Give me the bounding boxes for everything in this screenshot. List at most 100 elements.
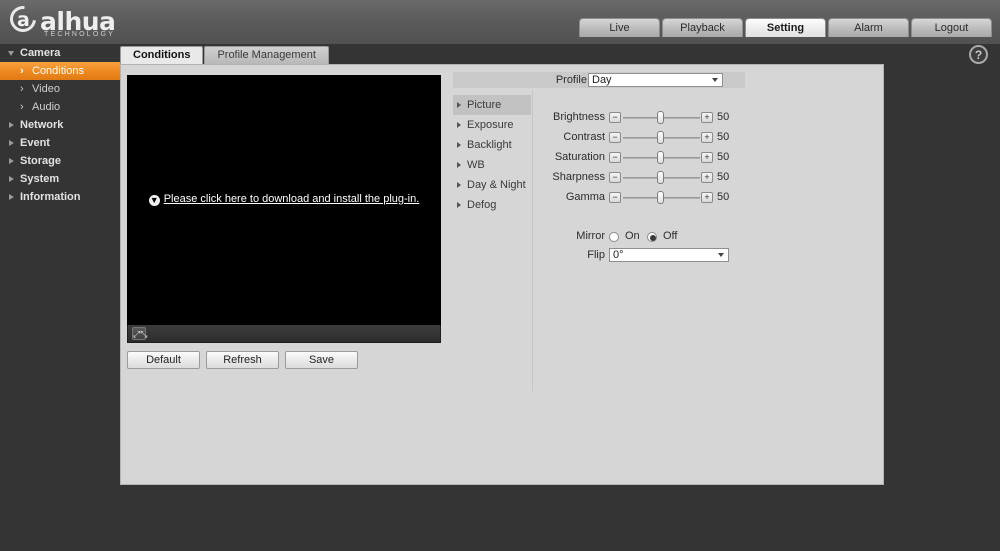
nav-button-alarm[interactable]: Alarm — [828, 18, 909, 37]
slider-label: Saturation — [554, 151, 605, 163]
gamma-handle[interactable] — [657, 191, 664, 204]
mirror-on-label: On — [625, 230, 640, 242]
contrast-increase-button[interactable]: + — [701, 132, 713, 143]
submenu-item-exposure[interactable]: Exposure — [453, 115, 531, 135]
saturation-handle[interactable] — [657, 151, 664, 164]
sidebar-item-network[interactable]: Network — [0, 116, 120, 134]
submenu-item-label: WB — [467, 159, 485, 171]
content-panel: ▼ Please click here to download and insta… — [120, 64, 884, 485]
saturation-value: 50 — [717, 151, 730, 163]
sidebar-item-label: Storage — [20, 155, 61, 167]
gamma-increase-button[interactable]: + — [701, 192, 713, 203]
sidebar-item-label: Event — [20, 137, 50, 149]
brightness-handle[interactable] — [657, 111, 664, 124]
tab-conditions[interactable]: Conditions — [120, 46, 204, 64]
sidebar: Camera › Conditions › Video › Audio Netw… — [0, 44, 120, 551]
contrast-decrease-button[interactable]: − — [609, 132, 621, 143]
submenu-item-label: Backlight — [467, 139, 512, 151]
default-button[interactable]: Default — [127, 351, 200, 369]
submenu-item-wb[interactable]: WB — [453, 155, 531, 175]
sharpness-increase-button[interactable]: + — [701, 172, 713, 183]
slider-label: Contrast — [563, 131, 605, 143]
sidebar-item-storage[interactable]: Storage — [0, 152, 120, 170]
chevron-down-icon — [8, 51, 14, 56]
download-arrow-icon: ▼ — [148, 195, 160, 206]
profile-select-value: Day — [592, 74, 612, 86]
flip-select-value: 0° — [613, 249, 624, 261]
mirror-off-label: Off — [663, 230, 678, 242]
submenu-item-day-night[interactable]: Day & Night — [453, 175, 531, 195]
fullscreen-icon[interactable]: ⤢⤡ — [132, 327, 147, 340]
sidebar-item-event[interactable]: Event — [0, 134, 120, 152]
slider-label: Brightness — [553, 111, 605, 123]
submenu-item-label: Picture — [467, 99, 502, 111]
flip-setting: Flip 0° — [545, 246, 745, 266]
sharpness-value: 50 — [717, 171, 730, 183]
submenu-item-backlight[interactable]: Backlight — [453, 135, 531, 155]
chevron-right-icon — [457, 122, 461, 128]
gamma-value: 50 — [717, 191, 730, 203]
nav-button-setting[interactable]: Setting — [745, 18, 826, 37]
dahua-logo: a alhua TECHNOLOGY — [4, 0, 238, 41]
flip-select[interactable]: 0° — [609, 248, 729, 262]
tab-profile-management[interactable]: Profile Management — [204, 46, 329, 64]
submenu-item-label: Exposure — [467, 119, 514, 131]
video-preview[interactable]: ▼ Please click here to download and insta… — [127, 75, 441, 325]
save-button[interactable]: Save — [285, 351, 358, 369]
slider-contrast: Contrast − + 50 — [545, 128, 745, 148]
plugin-download-link[interactable]: Please click here to download and instal… — [164, 193, 420, 205]
flip-label: Flip — [587, 249, 605, 261]
nav-button-live[interactable]: Live — [579, 18, 660, 37]
mirror-off-radio[interactable] — [647, 232, 657, 242]
action-button-row: Default Refresh Save — [127, 351, 364, 369]
slider-label: Gamma — [565, 191, 605, 203]
top-navigation: Live Playback Setting Alarm Logout — [577, 18, 992, 37]
chevron-right-icon: › — [20, 101, 24, 113]
brightness-increase-button[interactable]: + — [701, 112, 713, 123]
sharpness-handle[interactable] — [657, 171, 664, 184]
tab-bar: Conditions Profile Management — [120, 46, 330, 64]
chevron-right-icon — [9, 122, 14, 128]
gamma-decrease-button[interactable]: − — [609, 192, 621, 203]
submenu-item-picture[interactable]: Picture — [453, 95, 531, 115]
sidebar-item-label: System — [20, 173, 60, 185]
slider-saturation: Saturation − + 50 — [545, 148, 745, 168]
contrast-value: 50 — [717, 131, 730, 143]
chevron-right-icon — [457, 142, 461, 148]
picture-settings-submenu: Picture Exposure Backlight WB Day & Nigh… — [453, 95, 531, 215]
contrast-handle[interactable] — [657, 131, 664, 144]
sharpness-decrease-button[interactable]: − — [609, 172, 621, 183]
chevron-right-icon: › — [20, 65, 24, 77]
nav-button-playback[interactable]: Playback — [662, 18, 743, 37]
chevron-right-icon — [457, 102, 461, 108]
sidebar-item-system[interactable]: System — [0, 170, 120, 188]
sidebar-item-audio[interactable]: › Audio — [0, 98, 120, 116]
profile-select[interactable]: Day — [588, 73, 723, 87]
nav-button-logout[interactable]: Logout — [911, 18, 992, 37]
sidebar-item-camera[interactable]: Camera — [0, 44, 120, 62]
refresh-button[interactable]: Refresh — [206, 351, 279, 369]
slider-brightness: Brightness − + 50 — [545, 108, 745, 128]
chevron-right-icon — [9, 176, 14, 182]
plugin-download-message: ▼ Please click here to download and insta… — [128, 193, 440, 206]
chevron-right-icon — [457, 202, 461, 208]
mirror-label: Mirror — [576, 230, 605, 242]
sidebar-item-label: Camera — [20, 47, 61, 59]
submenu-item-label: Defog — [467, 199, 497, 211]
submenu-item-defog[interactable]: Defog — [453, 195, 531, 215]
app-header: a alhua TECHNOLOGY Live Playback Setting… — [0, 0, 1000, 44]
sidebar-item-information[interactable]: Information — [0, 188, 120, 206]
saturation-increase-button[interactable]: + — [701, 152, 713, 163]
slider-gamma: Gamma − + 50 — [545, 188, 745, 208]
sidebar-item-label: Audio — [32, 101, 61, 113]
saturation-decrease-button[interactable]: − — [609, 152, 621, 163]
help-icon[interactable]: ? — [969, 45, 988, 64]
mirror-on-radio[interactable] — [609, 232, 619, 242]
sidebar-item-conditions[interactable]: › Conditions — [0, 62, 120, 80]
logo-letter-a: a — [17, 9, 30, 31]
profile-bar: Profile Day — [453, 72, 745, 88]
video-toolbar: ⤢⤡ — [127, 325, 441, 343]
sidebar-item-video[interactable]: › Video — [0, 80, 120, 98]
brightness-decrease-button[interactable]: − — [609, 112, 621, 123]
sidebar-item-label: Information — [20, 191, 81, 203]
